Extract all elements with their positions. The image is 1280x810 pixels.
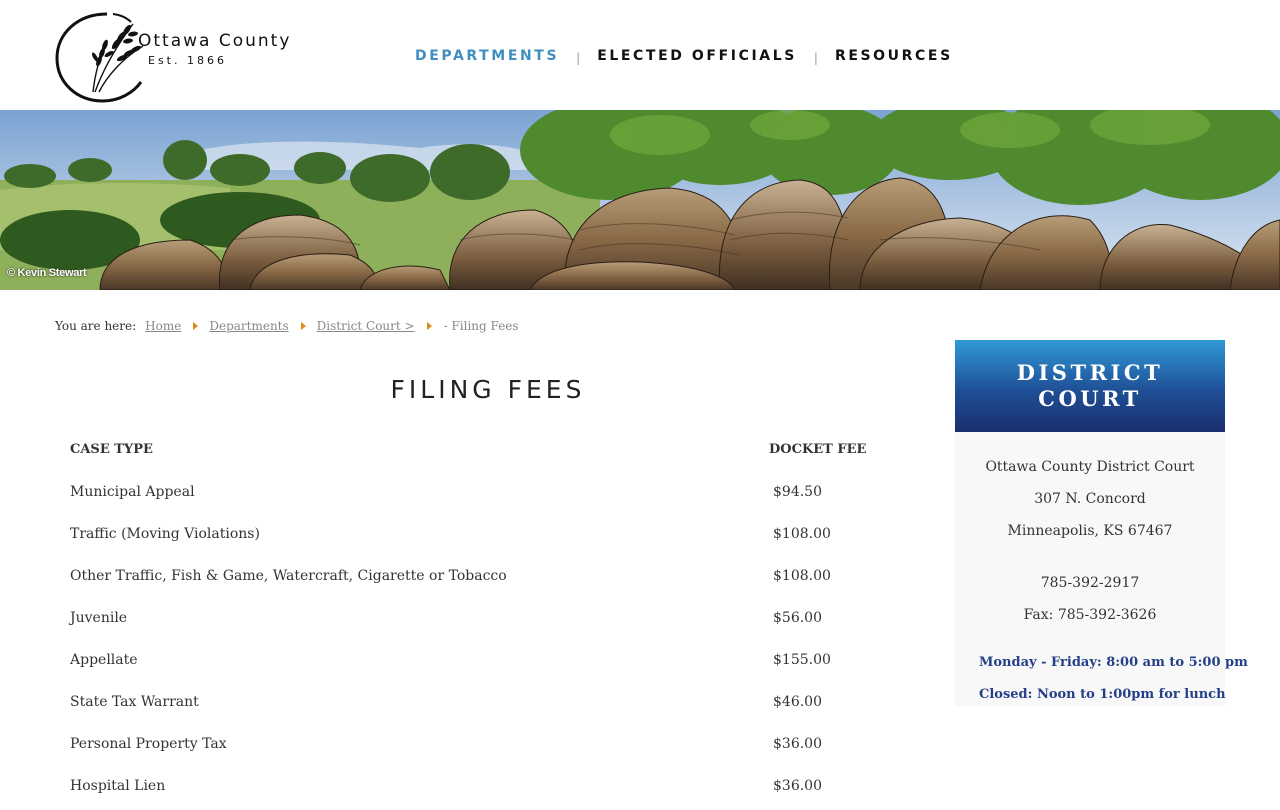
court-fax: Fax: 785-392-3626 — [1023, 607, 1157, 623]
table-row: Personal Property Tax $36.00 — [70, 726, 900, 768]
nav-departments[interactable]: DEPARTMENTS — [415, 48, 559, 64]
wheat-logo-icon — [55, 12, 144, 103]
case-type-cell: Juvenile — [70, 610, 128, 626]
hero-banner-image: © Kevin Stewart — [0, 110, 1280, 290]
breadcrumb-district-court-link[interactable]: District Court > — [317, 319, 415, 333]
breadcrumb-arrow-icon — [193, 322, 199, 330]
breadcrumb-home-link[interactable]: Home — [145, 319, 181, 333]
district-court-sidebar: DISTRICT COURT Ottawa County District Co… — [955, 340, 1248, 706]
court-phone[interactable]: 785-392-2917 — [955, 575, 1225, 591]
sidebar-header: DISTRICT COURT — [955, 340, 1225, 432]
breadcrumb-current: - Filing Fees — [443, 319, 519, 333]
court-name: Ottawa County District Court — [985, 459, 1195, 475]
county-logo[interactable]: Ottawa County Est. 1866 — [55, 10, 345, 104]
logo-established: Est. 1866 — [148, 54, 227, 67]
table-row: Traffic (Moving Violations) $108.00 — [70, 516, 900, 558]
photo-credit: © Kevin Stewart — [7, 267, 87, 279]
page-title: FILING FEES — [390, 374, 586, 404]
case-type-cell: Other Traffic, Fish & Game, Watercraft, … — [70, 568, 507, 584]
breadcrumb-prefix: You are here: — [55, 319, 137, 333]
court-hours: Monday - Friday: 8:00 am to 5:00 pm — [979, 655, 1248, 670]
case-type-cell: Hospital Lien — [70, 778, 166, 794]
table-header-row: CASE TYPE DOCKET FEE — [70, 432, 900, 474]
rock-landscape-image — [0, 110, 1280, 290]
table-row: Appellate $155.00 — [70, 642, 900, 684]
breadcrumb-arrow-icon — [426, 322, 432, 330]
sidebar-title: DISTRICT COURT — [1016, 360, 1164, 411]
nav-elected-officials[interactable]: ELECTED OFFICIALS — [597, 48, 797, 64]
breadcrumb: You are here: Home Departments District … — [55, 318, 519, 334]
case-type-cell: Appellate — [70, 652, 138, 668]
breadcrumb-arrow-icon — [300, 322, 306, 330]
court-city-address: Minneapolis, KS 67467 — [1007, 523, 1173, 539]
case-type-cell: Traffic (Moving Violations) — [70, 526, 260, 542]
docket-fee-cell: $108.00 — [773, 568, 831, 584]
site-header: Ottawa County Est. 1866 DEPARTMENTS | EL… — [0, 0, 1280, 110]
case-type-cell: Municipal Appeal — [70, 484, 195, 500]
logo-county-name: Ottawa County — [138, 31, 292, 51]
table-row: Other Traffic, Fish & Game, Watercraft, … — [70, 558, 900, 600]
court-lunch-closure: Closed: Noon to 1:00pm for lunch — [979, 687, 1226, 702]
table-row: Hospital Lien $36.00 — [70, 768, 900, 810]
docket-fee-cell: $56.00 — [773, 610, 822, 626]
main-nav: DEPARTMENTS | ELECTED OFFICIALS | RESOUR… — [415, 46, 953, 66]
docket-fee-cell: $36.00 — [773, 736, 822, 752]
table-row: Juvenile $56.00 — [70, 600, 900, 642]
docket-fee-cell: $36.00 — [773, 778, 822, 794]
case-type-cell: State Tax Warrant — [70, 694, 199, 710]
docket-fee-cell: $94.50 — [773, 484, 822, 500]
table-row: State Tax Warrant $46.00 — [70, 684, 900, 726]
breadcrumb-departments-link[interactable]: Departments — [209, 319, 288, 333]
nav-resources[interactable]: RESOURCES — [835, 48, 953, 64]
table-row: Municipal Appeal $94.50 — [70, 474, 900, 516]
column-header-docket-fee: DOCKET FEE — [769, 442, 867, 457]
filing-fees-table: CASE TYPE DOCKET FEE Municipal Appeal $9… — [70, 432, 900, 810]
docket-fee-cell: $46.00 — [773, 694, 822, 710]
docket-fee-cell: $108.00 — [773, 526, 831, 542]
column-header-case-type: CASE TYPE — [70, 442, 153, 457]
docket-fee-cell: $155.00 — [773, 652, 831, 668]
court-street-address: 307 N. Concord — [1034, 491, 1146, 507]
case-type-cell: Personal Property Tax — [70, 736, 227, 752]
nav-separator: | — [813, 51, 818, 65]
nav-separator: | — [576, 51, 581, 65]
